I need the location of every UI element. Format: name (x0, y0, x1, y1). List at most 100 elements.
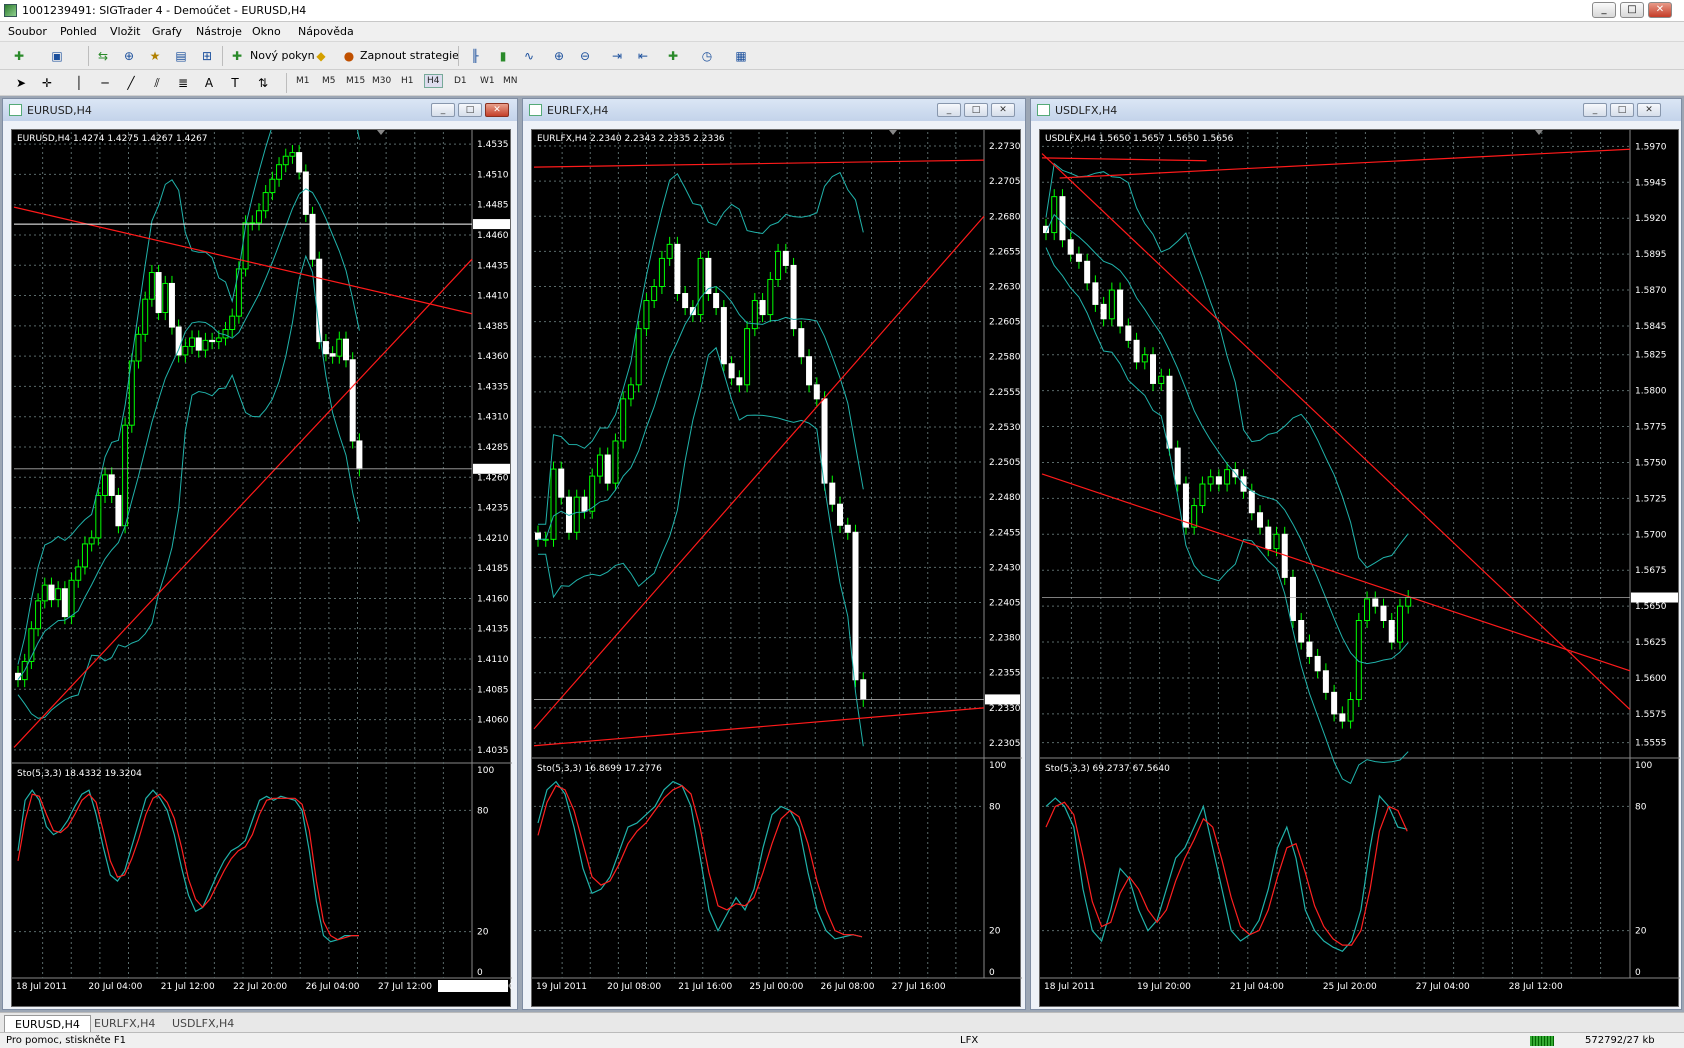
fibonacci-icon[interactable]: ≣ (174, 74, 192, 92)
chart-maximize-button[interactable]: □ (964, 103, 988, 117)
arrows-icon[interactable]: ⇅ (254, 74, 272, 92)
candlestick-icon[interactable]: ▮ (494, 47, 512, 65)
chart-window-eurlfx[interactable]: EURLFX,H4 _ □ ✕ 2.2730 2.2705 2.2680 2.2655… (522, 98, 1026, 1010)
tf-m30[interactable]: M30 (372, 76, 391, 86)
tf-h4[interactable]: H4 (424, 74, 443, 88)
y-tick-label: 2.2730 (989, 142, 1021, 152)
templates-icon[interactable]: ▦ (732, 47, 750, 65)
candle-body (1331, 691, 1338, 715)
strategy-tester-icon[interactable]: ⊞ (198, 47, 216, 65)
chart-minimize-button[interactable]: _ (937, 103, 961, 117)
price-chart-svg[interactable]: 1.4535 1.4510 1.4485 1.4460 1.4435 1.4410 1.43… (12, 130, 512, 1008)
separator (222, 46, 223, 66)
cursor-icon[interactable]: ➤ (12, 74, 30, 92)
channel-icon[interactable]: ⫽ (148, 74, 166, 92)
data-window-icon[interactable]: ⊕ (120, 47, 138, 65)
tf-mn[interactable]: MN (503, 76, 518, 86)
chart-window-caption[interactable]: EURUSD,H4 _ □ ✕ (3, 99, 517, 121)
maximize-button[interactable]: □ (1620, 2, 1644, 18)
tf-w1[interactable]: W1 (480, 76, 495, 86)
menu-nastroje[interactable]: Nástroje (196, 25, 242, 38)
y-tick-label: 1.5920 (1635, 214, 1667, 224)
terminal-icon[interactable]: ▤ (172, 47, 190, 65)
tab-eurusd[interactable]: EURUSD,H4 (4, 1015, 91, 1032)
separator (286, 73, 287, 93)
menu-napoveda[interactable]: Nápověda (298, 25, 354, 38)
menu-bar: Soubor Pohled Vložit Grafy Nástroje Okno… (0, 22, 1684, 42)
indicators-icon[interactable]: ✚ (664, 47, 682, 65)
menu-pohled[interactable]: Pohled (60, 25, 97, 38)
zoom-out-icon[interactable]: ⊖ (576, 47, 594, 65)
tab-usdlfx[interactable]: USDLFX,H4 (162, 1015, 244, 1032)
start-strategies-button[interactable]: Zapnout strategie (360, 49, 459, 62)
chart-maximize-button[interactable]: □ (458, 103, 482, 117)
auto-scroll-icon[interactable]: ⇥ (608, 47, 626, 65)
minimize-button[interactable]: _ (1592, 2, 1616, 18)
line-chart-icon[interactable]: ∿ (520, 47, 538, 65)
bid-price-label: 1.5656 (1633, 594, 1665, 604)
chart-window-eurusd[interactable]: EURUSD,H4 _ □ ✕ 1.4535 1.4510 1.4485 1.4460… (2, 98, 518, 1010)
text-icon[interactable]: A (200, 74, 218, 92)
market-watch-icon[interactable]: ⇆ (94, 47, 112, 65)
app-icon (4, 4, 17, 17)
tab-eurlfx[interactable]: EURLFX,H4 (84, 1015, 165, 1032)
chart-canvas[interactable]: 1.5970 1.5945 1.5920 1.5895 1.5870 1.5845 1.58… (1039, 129, 1680, 1008)
sto-main-line (17, 789, 359, 943)
trendline-icon[interactable]: ╱ (122, 74, 140, 92)
chart-close-button[interactable]: ✕ (485, 103, 509, 117)
chart-window-caption[interactable]: EURLFX,H4 _ □ ✕ (523, 99, 1025, 121)
tf-m1[interactable]: M1 (296, 76, 310, 86)
chart-minimize-button[interactable]: _ (431, 103, 455, 117)
candle-body (182, 345, 189, 356)
y-tick-label: 2.2380 (989, 634, 1021, 644)
chart-close-button[interactable]: ✕ (991, 103, 1015, 117)
chart-window-caption[interactable]: USDLFX,H4 _ □ ✕ (1031, 99, 1681, 121)
price-chart-svg[interactable]: 2.2730 2.2705 2.2680 2.2655 2.2630 2.2605 2.25… (532, 130, 1022, 1008)
tf-d1[interactable]: D1 (454, 76, 467, 86)
periods-icon[interactable]: ◷ (698, 47, 716, 65)
candle-body (289, 152, 296, 157)
price-chart-svg[interactable]: 1.5970 1.5945 1.5920 1.5895 1.5870 1.5845 1.58… (1040, 130, 1680, 1008)
y-tick-label: 2.2655 (989, 247, 1021, 257)
chart-canvas[interactable]: 2.2730 2.2705 2.2680 2.2655 2.2630 2.2605 2.25… (531, 129, 1022, 1008)
crosshair-icon[interactable]: ✛ (38, 74, 56, 92)
chart-window-title: USDLFX,H4 (1055, 104, 1118, 117)
sto-level-label: 100 (1635, 761, 1652, 771)
tf-m15[interactable]: M15 (346, 76, 365, 86)
candle-body (1396, 605, 1403, 643)
menu-soubor[interactable]: Soubor (8, 25, 47, 38)
chart-maximize-button[interactable]: □ (1610, 103, 1634, 117)
chart-minimize-button[interactable]: _ (1583, 103, 1607, 117)
new-order-icon[interactable]: ✚ (228, 47, 246, 65)
chart-window-usdlfx[interactable]: USDLFX,H4 _ □ ✕ 1.5970 1.5945 1.5920 1.5895… (1030, 98, 1682, 1010)
y-tick-label: 1.5555 (1635, 739, 1667, 749)
chart-canvas[interactable]: 1.4535 1.4510 1.4485 1.4460 1.4435 1.4410 1.43… (11, 129, 512, 1008)
menu-vlozit[interactable]: Vložit (110, 25, 140, 38)
profiles-icon[interactable]: ▣ (48, 47, 66, 65)
new-chart-icon[interactable]: ✚ (10, 47, 28, 65)
navigator-icon[interactable]: ★ (146, 47, 164, 65)
candle-body (1158, 375, 1165, 384)
metaeditor-icon[interactable]: ◆ (312, 47, 330, 65)
tf-m5[interactable]: M5 (322, 76, 336, 86)
candle-body (596, 454, 603, 477)
menu-grafy[interactable]: Grafy (152, 25, 182, 38)
close-button[interactable]: ✕ (1648, 2, 1672, 18)
expert-advisors-icon[interactable]: ● (340, 47, 358, 65)
candle-body (643, 300, 650, 330)
horizontal-line-icon[interactable]: ─ (96, 74, 114, 92)
sto-main-line (1045, 794, 1408, 953)
text-label-icon[interactable]: T (226, 74, 244, 92)
vertical-line-icon[interactable]: │ (70, 74, 88, 92)
chart-close-button[interactable]: ✕ (1637, 103, 1661, 117)
bar-chart-icon[interactable]: ╟ (466, 47, 484, 65)
tf-h1[interactable]: H1 (401, 76, 414, 86)
new-order-button[interactable]: Nový pokyn (250, 49, 315, 62)
candle-body (759, 300, 766, 316)
menu-okno[interactable]: Okno (252, 25, 281, 38)
candle-body (798, 328, 805, 358)
zoom-in-icon[interactable]: ⊕ (550, 47, 568, 65)
candle-body (860, 679, 867, 700)
stochastic-label: Sto(5,3,3) 18.4332 19.3204 (17, 769, 142, 779)
chart-shift-icon[interactable]: ⇤ (634, 47, 652, 65)
